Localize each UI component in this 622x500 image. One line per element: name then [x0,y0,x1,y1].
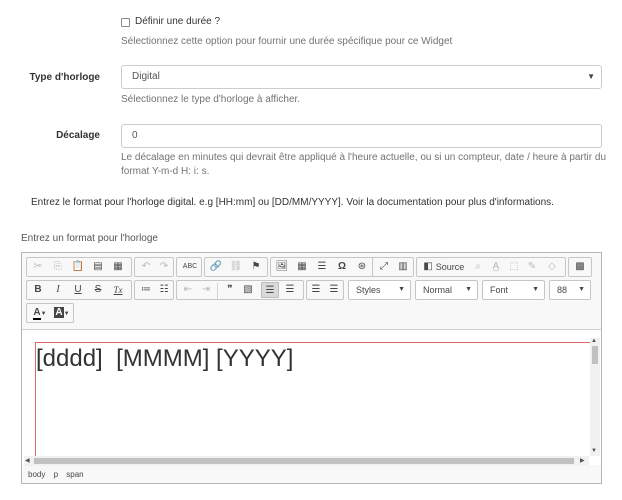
replace-icon[interactable]: A̲ [487,259,505,275]
path-item-p[interactable]: p [54,470,58,479]
spellcheck-icon[interactable]: ABC [178,259,202,275]
iframe-icon[interactable]: ⊛ [353,259,371,275]
paste-icon[interactable]: 📋 [69,259,87,275]
vertical-scroll-thumb[interactable] [592,346,598,364]
offset-label: Décalage [56,130,100,141]
justify-icon[interactable]: ☰ [325,282,343,298]
bullet-list-icon[interactable]: ☷ [155,282,173,298]
vertical-scrollbar[interactable]: ▲ ▼ [590,338,600,456]
format-dropdown[interactable]: Normal ▼ [415,280,478,300]
font-size-dropdown[interactable]: 88 ▼ [549,280,591,300]
paste-text-icon[interactable]: ▤ [89,259,107,275]
italic-icon[interactable]: I [49,282,67,298]
horizontal-scrollbar[interactable]: ◀ ▶ [24,456,589,466]
div-container-icon[interactable]: ▧ [239,282,257,298]
chevron-down-icon: ▼ [532,286,539,293]
format-info: Entrez le format pour l'horloge digital.… [31,197,554,208]
anchor-icon[interactable]: ⚑ [247,259,265,275]
align-center-icon[interactable]: ☰ [281,282,299,298]
rich-text-editor: ✂ ⎘ 📋 ▤ ▦ ↶ ↷ ABC 🔗 ⛓ ⚑ 🖼 ▦ ☰ Ω ⊛ ⤢ ▥ ◧ … [21,252,602,484]
strikethrough-icon[interactable]: S [89,282,107,298]
font-dropdown-label: Font [490,285,509,295]
chevron-down-icon: ▼ [398,286,405,293]
blockquote-icon[interactable]: ❞ [221,282,239,298]
image-icon[interactable]: 🖼 [273,259,291,275]
chevron-down-icon: ▼ [578,286,585,293]
styles-dropdown-label: Styles [356,285,381,295]
offset-help-line2: format Y-m-d H: i: s. [121,166,210,177]
redo-icon[interactable]: ↷ [155,259,173,275]
clock-type-label: Type d'horloge [29,72,100,83]
element-path-bar: body p span [28,470,90,479]
horizontal-rule-icon[interactable]: ☰ [313,259,331,275]
cut-icon[interactable]: ✂ [29,259,47,275]
duration-help: Sélectionnez cette option pour fournir u… [121,36,453,47]
scroll-up-icon[interactable]: ▲ [591,338,597,344]
clear-format-icon[interactable]: Tx [109,282,127,298]
scroll-left-icon[interactable]: ◀ [25,457,30,464]
find-icon[interactable]: ⌕ [469,259,487,275]
special-char-icon[interactable]: Ω [333,259,351,275]
maximize-icon[interactable]: ⤢ [375,259,393,275]
clock-type-select[interactable]: Digital ▼ [121,65,602,89]
offset-input[interactable]: 0 [121,124,602,148]
templates-icon[interactable]: ◇ [543,259,561,275]
outdent-icon[interactable]: ⇤ [179,282,197,298]
scroll-down-icon[interactable]: ▼ [591,448,597,454]
unlink-icon[interactable]: ⛓ [227,259,245,275]
editor-content-wrapper: [dddd] [MMMM] [YYYY] ▲ ▼ ◀ ▶ [22,329,601,466]
offset-help-line1: Le décalage en minutes qui devrait être … [121,152,606,163]
bold-icon[interactable]: B [29,282,47,298]
styles-dropdown[interactable]: Styles ▼ [348,280,411,300]
paste-word-icon[interactable]: ▦ [109,259,127,275]
background-color-icon[interactable]: A▼ [51,305,73,321]
show-blocks-icon[interactable]: ▥ [394,259,412,275]
align-left-icon[interactable]: ☰ [261,282,279,298]
format-dropdown-label: Normal [423,285,453,295]
chevron-down-icon: ▼ [587,72,595,81]
clock-type-help: Sélectionnez le type d'horloge à affiche… [121,94,301,105]
remove-format-icon[interactable]: ✎ [523,259,541,275]
clock-type-value: Digital [132,71,160,82]
font-size-dropdown-label: 88 [557,285,568,295]
path-item-span[interactable]: span [66,470,83,479]
link-icon[interactable]: 🔗 [207,259,225,275]
text-color-icon[interactable]: A▼ [29,305,51,321]
indent-icon[interactable]: ⇥ [197,282,215,298]
underline-icon[interactable]: U [69,282,87,298]
table-icon[interactable]: ▦ [293,259,311,275]
duration-checkbox[interactable] [121,18,130,27]
editor-content-area[interactable]: [dddd] [MMMM] [YYYY] [35,342,590,462]
path-item-body[interactable]: body [28,470,45,479]
copy-icon[interactable]: ⎘ [49,259,67,275]
ordered-list-icon[interactable]: ≔ [137,282,155,298]
undo-icon[interactable]: ↶ [137,259,155,275]
chevron-down-icon: ▼ [465,286,472,293]
horizontal-scroll-thumb[interactable] [34,458,574,464]
qr-code-icon[interactable]: ▩ [571,259,589,275]
toolbar-separator [217,283,218,299]
editor-label: Entrez un format pour l'horloge [21,233,158,244]
editor-content-text: [dddd] [MMMM] [YYYY] [36,345,294,372]
font-dropdown[interactable]: Font ▼ [482,280,545,300]
select-all-icon[interactable]: ⬚ [505,259,523,275]
align-right-icon[interactable]: ☰ [307,282,325,298]
duration-checkbox-label: Définir une durée ? [135,16,221,27]
source-button[interactable]: Source [435,259,465,275]
scroll-right-icon[interactable]: ▶ [580,457,585,464]
